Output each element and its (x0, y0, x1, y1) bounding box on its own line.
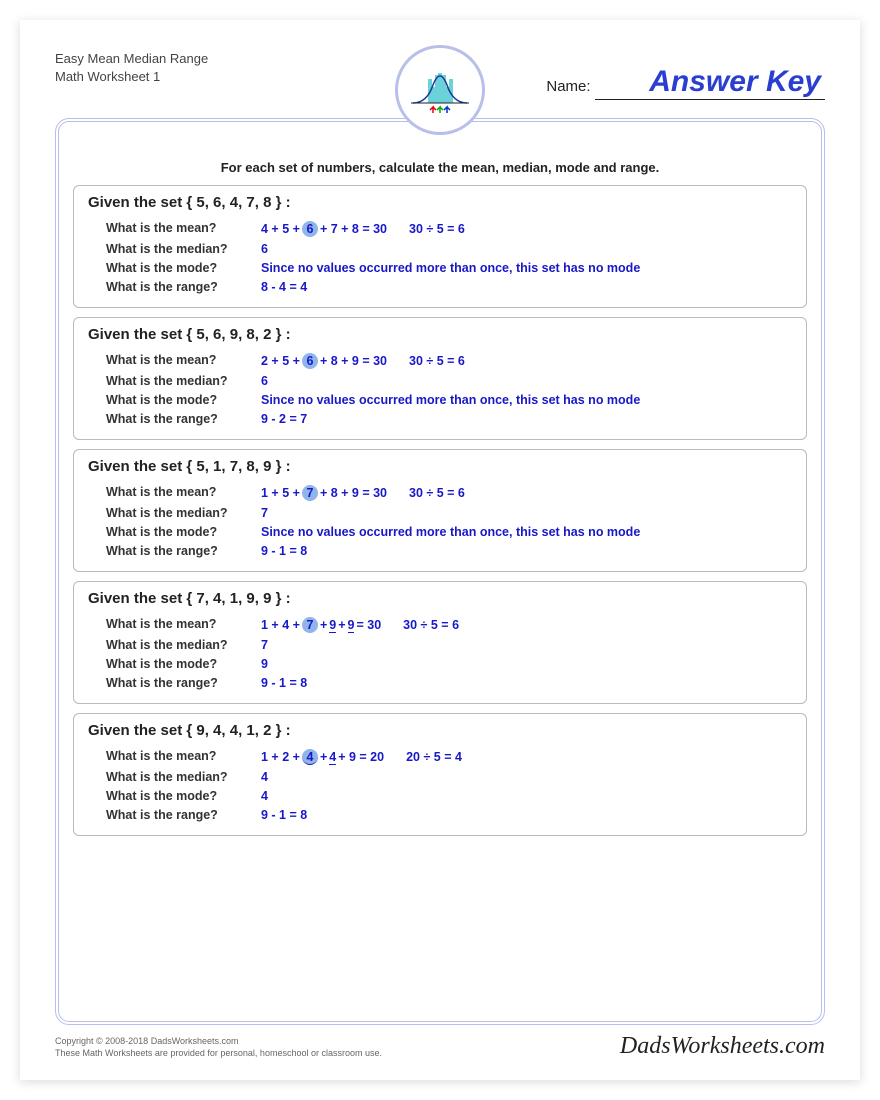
problem-title: Given the set { 5, 6, 4, 7, 8 } : (88, 194, 792, 211)
label-mode: What is the mode? (106, 789, 261, 803)
label-median: What is the median? (106, 638, 261, 652)
answer-mode: Since no values occurred more than once,… (261, 261, 640, 275)
row-median: What is the median?6 (88, 242, 792, 256)
label-range: What is the range? (106, 412, 261, 426)
answer-mode: Since no values occurred more than once,… (261, 393, 640, 407)
row-mean: What is the mean?4 + 5 + 6 + 7 + 8 = 303… (88, 221, 792, 237)
row-range: What is the range?8 - 4 = 4 (88, 280, 792, 294)
row-mode: What is the mode?Since no values occurre… (88, 525, 792, 539)
label-mode: What is the mode? (106, 393, 261, 407)
footer: Copyright © 2008-2018 DadsWorksheets.com… (55, 1033, 825, 1060)
problem-box: Given the set { 5, 6, 4, 7, 8 } : What is… (73, 185, 807, 308)
row-range: What is the range?9 - 1 = 8 (88, 544, 792, 558)
row-mean: What is the mean?1 + 5 + 7 + 8 + 9 = 303… (88, 485, 792, 501)
row-mode: What is the mode?9 (88, 657, 792, 671)
row-mean: What is the mean?2 + 5 + 6 + 8 + 9 = 303… (88, 353, 792, 369)
row-range: What is the range?9 - 2 = 7 (88, 412, 792, 426)
answer-mean: 2 + 5 + 6 + 8 + 9 = 3030 ÷ 5 = 6 (261, 353, 465, 369)
row-mode: What is the mode?4 (88, 789, 792, 803)
row-median: What is the median?6 (88, 374, 792, 388)
row-mean: What is the mean?1 + 4 + 7 + 9 + 9 = 303… (88, 617, 792, 633)
row-range: What is the range?9 - 1 = 8 (88, 808, 792, 822)
label-mean: What is the mean? (106, 353, 261, 369)
copyright-text: Copyright © 2008-2018 DadsWorksheets.com (55, 1035, 382, 1048)
problem-box: Given the set { 5, 1, 7, 8, 9 } : What is… (73, 449, 807, 572)
problem-box: Given the set { 7, 4, 1, 9, 9 } : What is… (73, 581, 807, 704)
problem-title: Given the set { 7, 4, 1, 9, 9 } : (88, 590, 792, 607)
problem-box: Given the set { 9, 4, 4, 1, 2 } : What is… (73, 713, 807, 836)
problem-title: Given the set { 5, 1, 7, 8, 9 } : (88, 458, 792, 475)
answer-mean: 1 + 2 + 4 + 4 + 9 = 2020 ÷ 5 = 4 (261, 749, 462, 765)
label-mean: What is the mean? (106, 749, 261, 765)
answer-range: 9 - 2 = 7 (261, 412, 307, 426)
problems-list: Given the set { 5, 6, 4, 7, 8 } : What is… (73, 185, 807, 836)
problem-box: Given the set { 5, 6, 9, 8, 2 } : What is… (73, 317, 807, 440)
answer-range: 9 - 1 = 8 (261, 676, 307, 690)
row-median: What is the median?7 (88, 638, 792, 652)
name-block: Name: Answer Key (440, 50, 825, 100)
main-frame: For each set of numbers, calculate the m… (55, 118, 825, 1025)
brand-logo-text: DadsWorksheets.com (620, 1033, 825, 1060)
label-mode: What is the mode? (106, 657, 261, 671)
answer-median: 4 (261, 770, 268, 784)
row-median: What is the median?4 (88, 770, 792, 784)
label-median: What is the median? (106, 374, 261, 388)
copyright-block: Copyright © 2008-2018 DadsWorksheets.com… (55, 1035, 382, 1060)
worksheet-page: Easy Mean Median Range Math Worksheet 1 (20, 20, 860, 1080)
answer-mean: 1 + 4 + 7 + 9 + 9 = 3030 ÷ 5 = 6 (261, 617, 459, 633)
answer-mean: 4 + 5 + 6 + 7 + 8 = 3030 ÷ 5 = 6 (261, 221, 465, 237)
label-mean: What is the mean? (106, 485, 261, 501)
title-line-2: Math Worksheet 1 (55, 68, 440, 86)
label-mode: What is the mode? (106, 261, 261, 275)
row-range: What is the range?9 - 1 = 8 (88, 676, 792, 690)
answer-median: 7 (261, 506, 268, 520)
label-mean: What is the mean? (106, 221, 261, 237)
row-median: What is the median?7 (88, 506, 792, 520)
answer-mode: 4 (261, 789, 268, 803)
answer-mean: 1 + 5 + 7 + 8 + 9 = 3030 ÷ 5 = 6 (261, 485, 465, 501)
title-line-1: Easy Mean Median Range (55, 50, 440, 68)
label-range: What is the range? (106, 676, 261, 690)
instruction-text: For each set of numbers, calculate the m… (73, 160, 807, 175)
answer-median: 6 (261, 242, 268, 256)
label-mean: What is the mean? (106, 617, 261, 633)
label-median: What is the median? (106, 506, 261, 520)
problem-title: Given the set { 5, 6, 9, 8, 2 } : (88, 326, 792, 343)
answer-range: 9 - 1 = 8 (261, 808, 307, 822)
answer-median: 7 (261, 638, 268, 652)
name-label: Name: (546, 78, 590, 95)
answer-mode: Since no values occurred more than once,… (261, 525, 640, 539)
answer-range: 8 - 4 = 4 (261, 280, 307, 294)
label-median: What is the median? (106, 770, 261, 784)
row-mean: What is the mean?1 + 2 + 4 + 4 + 9 = 202… (88, 749, 792, 765)
problem-title: Given the set { 9, 4, 4, 1, 2 } : (88, 722, 792, 739)
label-range: What is the range? (106, 280, 261, 294)
answer-key-text: Answer Key (595, 65, 825, 100)
label-range: What is the range? (106, 544, 261, 558)
row-mode: What is the mode?Since no values occurre… (88, 393, 792, 407)
disclaimer-text: These Math Worksheets are provided for p… (55, 1047, 382, 1060)
row-mode: What is the mode?Since no values occurre… (88, 261, 792, 275)
answer-median: 6 (261, 374, 268, 388)
label-range: What is the range? (106, 808, 261, 822)
distribution-logo-icon (395, 45, 485, 135)
label-mode: What is the mode? (106, 525, 261, 539)
answer-range: 9 - 1 = 8 (261, 544, 307, 558)
answer-mode: 9 (261, 657, 268, 671)
title-block: Easy Mean Median Range Math Worksheet 1 (55, 50, 440, 86)
label-median: What is the median? (106, 242, 261, 256)
